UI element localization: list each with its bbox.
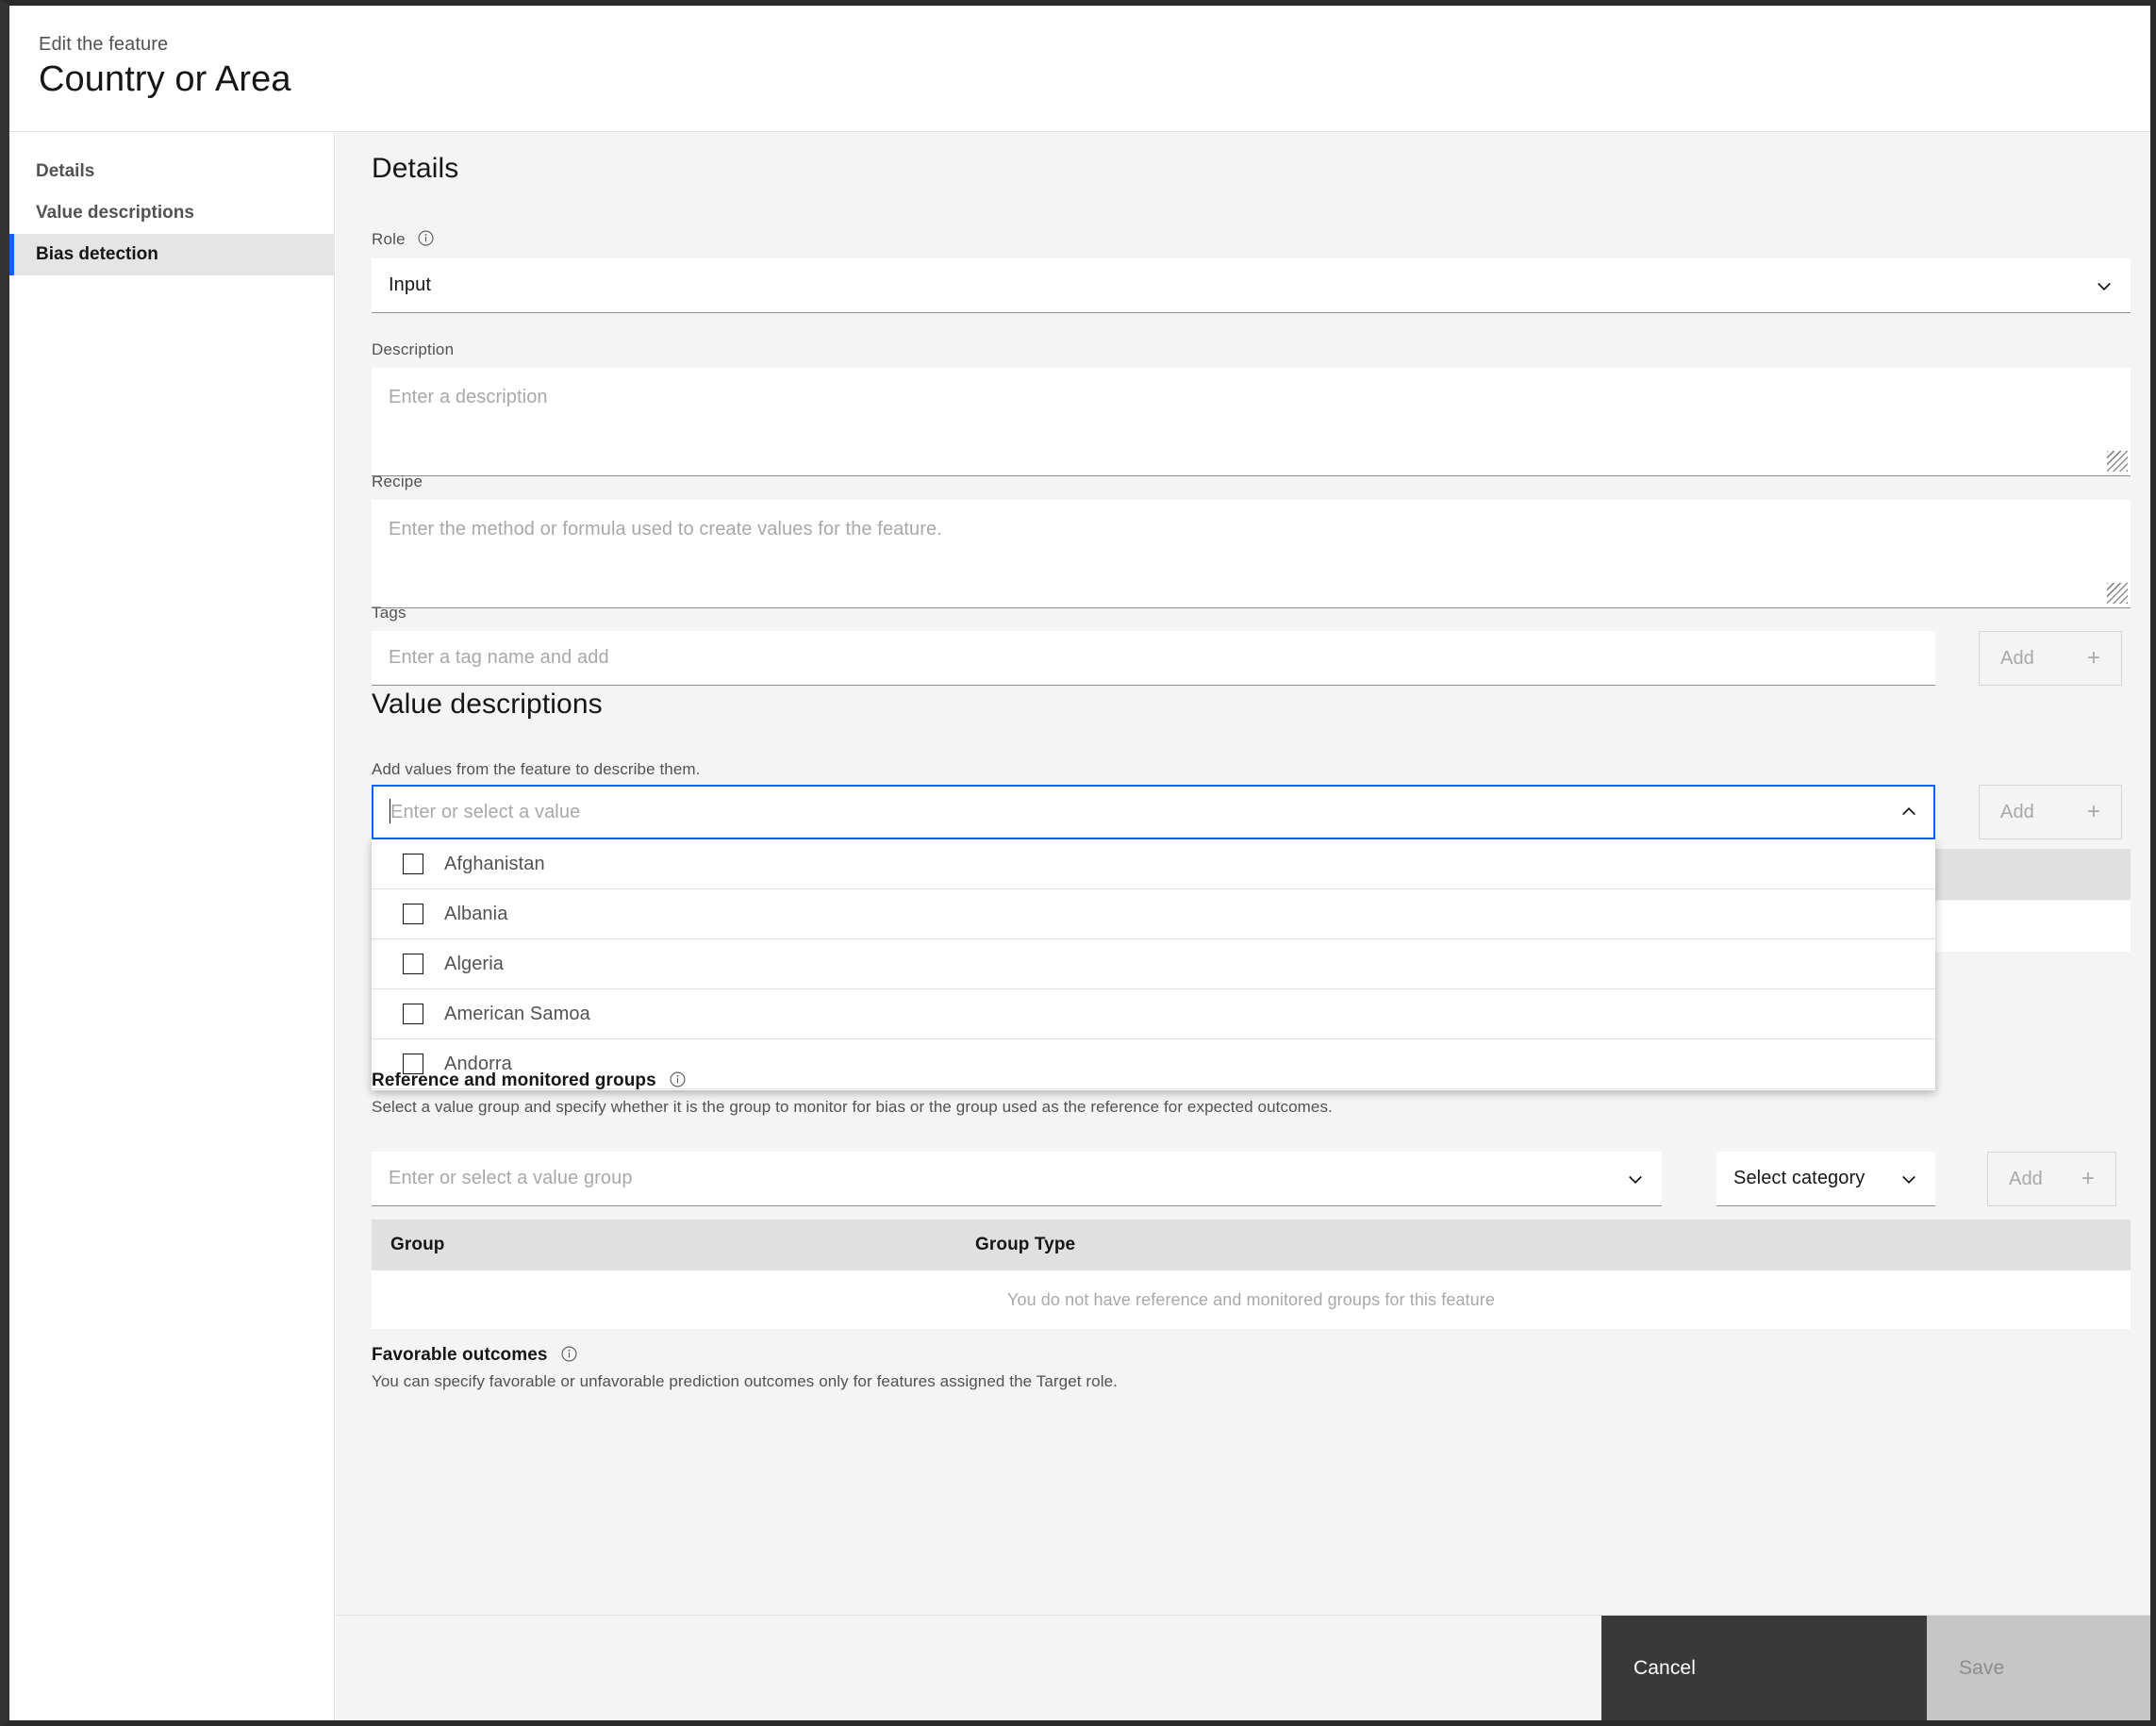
value-group-input[interactable]: Enter or select a value group (372, 1152, 1662, 1206)
plus-icon: + (2086, 645, 2100, 671)
description-label: Description (372, 340, 455, 358)
sidebar-item-value-descriptions[interactable]: Value descriptions (9, 192, 334, 234)
sidebar-item-bias-detection[interactable]: Bias detection (9, 234, 334, 275)
table-empty-message: You do not have reference and monitored … (1007, 1289, 1495, 1309)
tags-placeholder: Enter a tag name and add (389, 647, 609, 668)
value-combobox-menu[interactable]: Afghanistan Albania Algeria American Sam… (372, 839, 1935, 1090)
resize-handle-icon[interactable] (2107, 583, 2128, 604)
edit-feature-window: Edit the feature Country or Area Details… (0, 0, 2156, 1726)
reference-groups-help: Select a value group and specify whether… (372, 1098, 1333, 1116)
list-item[interactable]: Algeria (372, 939, 1935, 989)
chevron-down-icon (1899, 1170, 1918, 1188)
add-tag-button[interactable]: Add + (1979, 631, 2122, 686)
checkbox-icon[interactable] (403, 854, 423, 874)
info-icon[interactable] (561, 1346, 577, 1362)
table-empty-state: You do not have reference and monitored … (372, 1270, 2131, 1329)
chevron-down-icon[interactable] (1626, 1170, 1645, 1188)
cancel-button[interactable]: Cancel (1601, 1616, 1927, 1720)
plus-icon: + (2086, 799, 2100, 824)
info-icon[interactable] (418, 230, 434, 246)
value-combobox: Enter or select a value Afghanistan Alba… (372, 785, 1935, 1090)
value-group-placeholder: Enter or select a value group (389, 1168, 633, 1188)
sidebar-nav: Details Value descriptions Bias detectio… (9, 132, 335, 1720)
role-select[interactable]: Input (372, 258, 2131, 313)
sidebar-item-label: Bias detection (36, 244, 158, 264)
list-item-label: Algeria (444, 953, 504, 974)
role-label: Role (372, 230, 434, 249)
page-header: Edit the feature Country or Area (9, 6, 2150, 132)
list-item[interactable]: American Samoa (372, 989, 1935, 1039)
role-value: Input (389, 274, 431, 295)
favorable-outcomes-title-text: Favorable outcomes (372, 1345, 548, 1365)
category-select-value: Select category (1733, 1168, 1866, 1188)
resize-handle-icon[interactable] (2107, 451, 2128, 472)
recipe-label: Recipe (372, 473, 423, 490)
plus-icon: + (2081, 1166, 2095, 1191)
add-value-button[interactable]: Add + (1979, 785, 2122, 839)
list-item-label: Afghanistan (444, 853, 545, 874)
list-item-label: American Samoa (444, 1003, 590, 1024)
details-section-title: Details (372, 153, 459, 184)
tags-input[interactable]: Enter a tag name and add (372, 631, 1935, 686)
recipe-placeholder: Enter the method or formula used to crea… (389, 519, 942, 539)
add-tag-label: Add (2000, 647, 2034, 669)
description-textarea[interactable]: Enter a description (372, 368, 2131, 476)
value-descriptions-title: Value descriptions (372, 689, 603, 720)
page-title: Country or Area (39, 59, 291, 99)
reference-groups-title: Reference and monitored groups (372, 1070, 686, 1091)
add-value-label: Add (2000, 801, 2034, 822)
favorable-outcomes-title: Favorable outcomes (372, 1345, 577, 1366)
checkbox-icon[interactable] (403, 1004, 423, 1024)
sidebar-item-details[interactable]: Details (9, 151, 334, 192)
save-button[interactable]: Save (1927, 1616, 2150, 1720)
category-select[interactable]: Select category (1717, 1152, 1935, 1206)
value-combobox-placeholder: Enter or select a value (390, 801, 581, 822)
info-icon[interactable] (670, 1071, 686, 1087)
column-header-group-type: Group Type (975, 1235, 1076, 1254)
reference-groups-table: Group Group Type You do not have referen… (372, 1220, 2131, 1329)
chevron-up-icon[interactable] (1899, 803, 1918, 822)
value-descriptions-help: Add values from the feature to describe … (372, 760, 701, 778)
chevron-down-icon (2095, 276, 2114, 295)
description-placeholder: Enter a description (389, 387, 548, 407)
add-group-label: Add (2009, 1168, 2043, 1189)
dialog-footer: Cancel Save (336, 1615, 2150, 1720)
table-header-row: Group Group Type (372, 1220, 2131, 1270)
favorable-outcomes-help: You can specify favorable or unfavorable… (372, 1372, 1118, 1390)
list-item[interactable]: Albania (372, 889, 1935, 939)
checkbox-icon[interactable] (403, 954, 423, 974)
reference-groups-title-text: Reference and monitored groups (372, 1070, 656, 1090)
list-item[interactable]: Afghanistan (372, 839, 1935, 889)
column-header-group: Group (390, 1235, 445, 1254)
add-group-button[interactable]: Add + (1987, 1152, 2116, 1206)
header-eyebrow: Edit the feature (39, 34, 169, 55)
tags-label: Tags (372, 604, 406, 622)
sidebar-item-label: Value descriptions (36, 203, 194, 223)
list-item-label: Albania (444, 903, 508, 924)
main-content: Details Role Input Description Enter a d… (336, 132, 2150, 1615)
checkbox-icon[interactable] (403, 904, 423, 924)
sidebar-item-label: Details (36, 161, 95, 181)
role-label-text: Role (372, 230, 406, 248)
recipe-textarea[interactable]: Enter the method or formula used to crea… (372, 500, 2131, 608)
value-combobox-input[interactable]: Enter or select a value (372, 785, 1935, 839)
